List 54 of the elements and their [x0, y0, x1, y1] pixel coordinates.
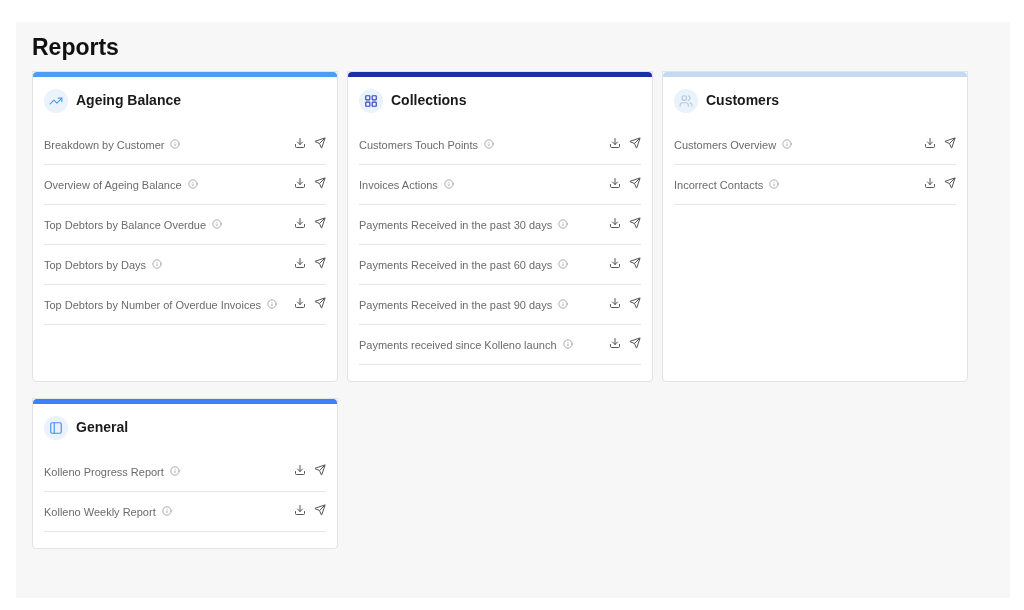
trending-up-icon — [44, 88, 68, 113]
send-button[interactable] — [314, 503, 326, 516]
download-button[interactable] — [609, 296, 621, 309]
download-button[interactable] — [609, 256, 621, 269]
report-name: Customers Touch Points — [359, 137, 479, 153]
send-button[interactable] — [314, 216, 326, 229]
send-button[interactable] — [314, 256, 326, 269]
download-button[interactable] — [294, 296, 306, 309]
download-button[interactable] — [609, 216, 621, 229]
report-name: Kolleno Weekly Report — [44, 504, 156, 520]
panel-icon — [44, 415, 68, 440]
report-name: Kolleno Progress Report — [44, 464, 164, 480]
send-button[interactable] — [944, 176, 956, 189]
send-button[interactable] — [629, 296, 641, 309]
card-title: Collections — [391, 91, 467, 110]
download-button[interactable] — [924, 136, 936, 149]
report-name: Top Debtors by Balance Overdue — [44, 217, 207, 233]
send-button[interactable] — [314, 176, 326, 189]
download-button[interactable] — [294, 503, 306, 516]
report-name: Top Debtors by Days — [44, 257, 147, 273]
download-button[interactable] — [294, 256, 306, 269]
report-name: Breakdown by Customer — [44, 137, 165, 153]
download-button[interactable] — [924, 176, 936, 189]
send-button[interactable] — [629, 136, 641, 149]
send-button[interactable] — [944, 136, 956, 149]
download-button[interactable] — [609, 336, 621, 349]
download-button[interactable] — [294, 136, 306, 149]
report-name: Overview of Ageing Balance — [44, 177, 182, 193]
card-title: Customers — [706, 91, 780, 110]
report-name: Top Debtors by Number of Overdue Invoices — [44, 297, 262, 313]
download-button[interactable] — [294, 463, 306, 476]
users-icon — [674, 88, 698, 113]
send-button[interactable] — [629, 256, 641, 269]
download-button[interactable] — [294, 176, 306, 189]
report-name: Payments Received in the past 60 days — [359, 257, 553, 273]
send-button[interactable] — [314, 136, 326, 149]
send-button[interactable] — [629, 216, 641, 229]
page-title: Reports — [32, 33, 120, 62]
download-button[interactable] — [609, 176, 621, 189]
send-button[interactable] — [629, 176, 641, 189]
download-button[interactable] — [294, 216, 306, 229]
grid-icon — [359, 88, 383, 113]
card-title: Ageing Balance — [76, 91, 182, 110]
send-button[interactable] — [314, 463, 326, 476]
report-name: Payments Received in the past 90 days — [359, 297, 553, 313]
report-name: Payments Received in the past 30 days — [359, 217, 553, 233]
card-title: General — [76, 418, 129, 437]
send-button[interactable] — [314, 296, 326, 309]
report-name: Invoices Actions — [359, 177, 438, 193]
report-name: Payments received since Kolleno launch — [359, 337, 557, 353]
report-name: Customers Overview — [674, 137, 777, 153]
report-name: Incorrect Contacts — [674, 177, 764, 193]
send-button[interactable] — [629, 336, 641, 349]
download-button[interactable] — [609, 136, 621, 149]
